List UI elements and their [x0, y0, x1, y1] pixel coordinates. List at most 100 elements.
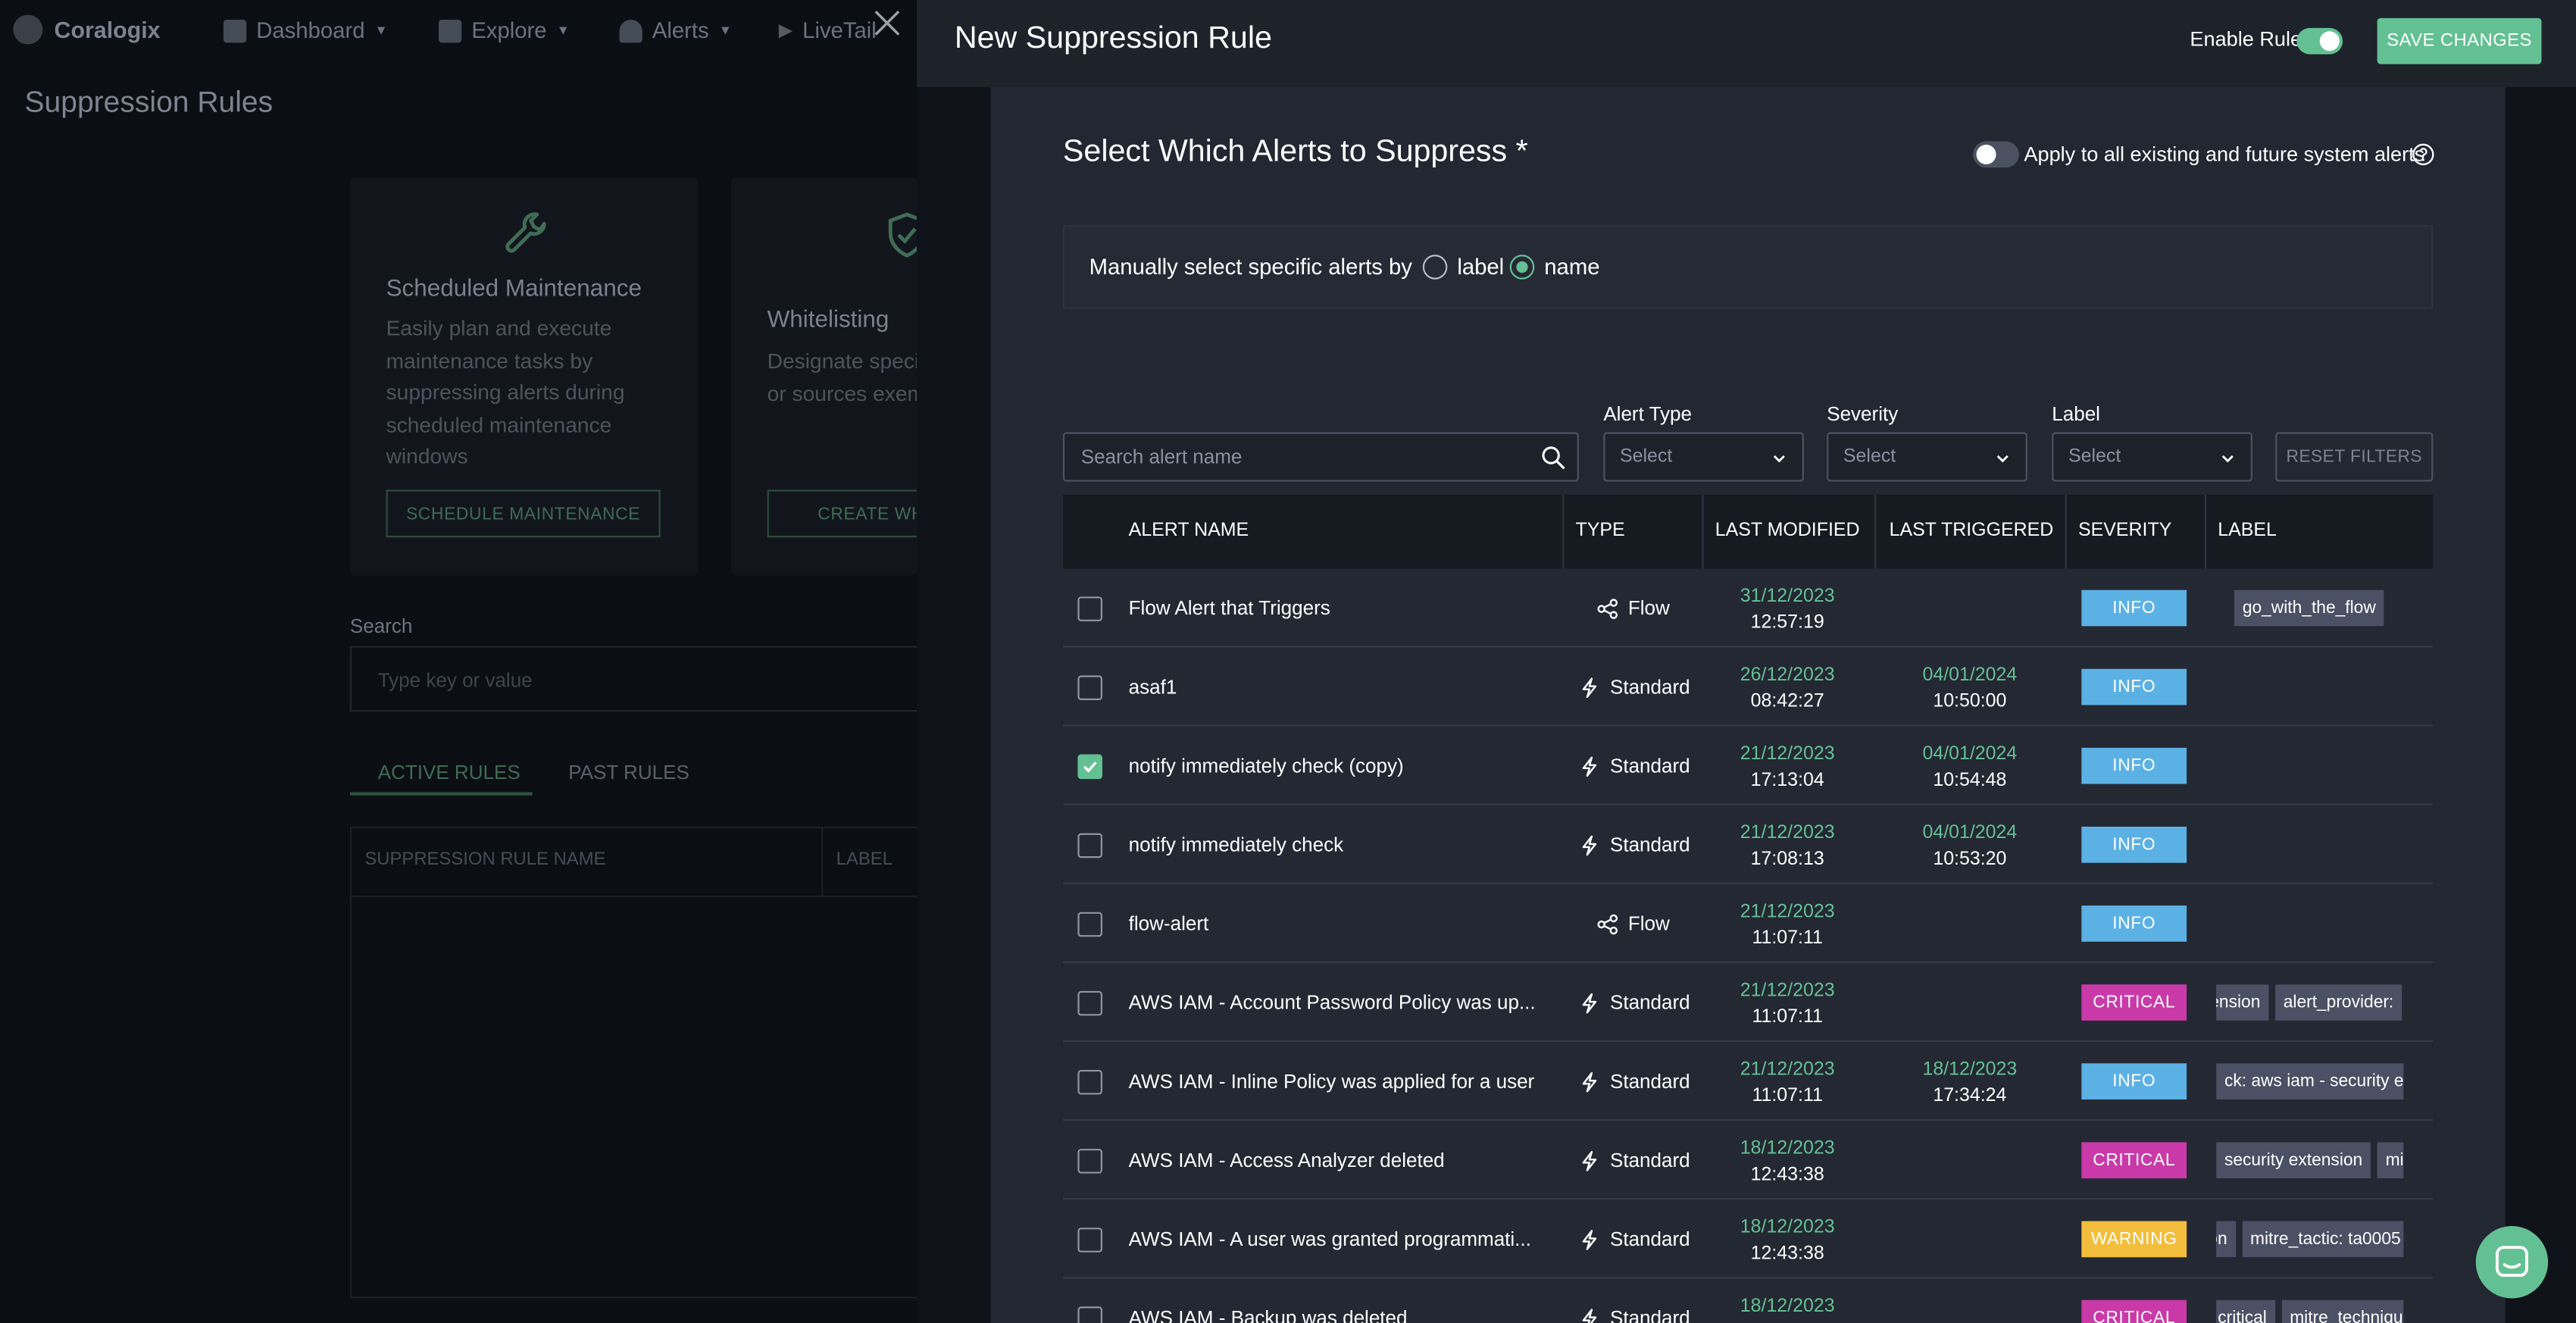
last-triggered-date: 04/01/2024 — [1922, 823, 2018, 843]
last-modified: 21/12/2023 11:07:11 — [1705, 1057, 1870, 1109]
card-scheduled-maintenance: Scheduled Maintenance Easily plan and ex… — [349, 177, 699, 576]
alert-name[interactable]: notify immediately check (copy) — [1129, 755, 1404, 777]
last-modified: 21/12/2023 17:13:04 — [1705, 741, 1870, 793]
last-modified-time: 11:07:11 — [1752, 1007, 1823, 1027]
alert-type-text: Standard — [1609, 675, 1690, 699]
close-icon[interactable] — [871, 7, 903, 39]
labels-cell: critical mitre_techniqu — [2216, 1300, 2404, 1323]
row-checkbox[interactable] — [1077, 675, 1102, 700]
alert-type: Standard — [1579, 834, 1690, 856]
row-checkbox[interactable] — [1077, 1306, 1102, 1323]
nav-alerts[interactable]: Alerts ▼ — [619, 18, 732, 42]
alert-name[interactable]: AWS IAM - A user was granted programmati… — [1129, 1228, 1531, 1250]
last-triggered-date: 04/01/2024 — [1922, 665, 2018, 686]
row-checkbox[interactable] — [1077, 1069, 1102, 1095]
nav-explore-label: Explore — [471, 17, 547, 43]
alert-search-input[interactable] — [1064, 433, 1541, 480]
row-checkbox[interactable] — [1077, 833, 1102, 859]
table-row[interactable]: AWS IAM - A user was granted programmati… — [1062, 1199, 2434, 1279]
row-checkbox[interactable] — [1077, 1149, 1102, 1174]
table-row[interactable]: notify immediately check (copy) Standard 2… — [1062, 726, 2434, 805]
table-row[interactable]: flow-alert Flow 21/12/2023 11:07:11 INFO — [1062, 884, 2434, 964]
save-changes-button[interactable]: SAVE CHANGES — [2377, 17, 2542, 64]
lightning-icon — [1582, 834, 1597, 855]
labels-cell — [2216, 827, 2403, 863]
search-icon[interactable] — [1541, 446, 1566, 471]
severity-select[interactable]: Select — [1827, 432, 2027, 482]
severity-label: Severity — [1827, 402, 1899, 426]
alert-type-text: Flow — [1627, 912, 1670, 936]
last-modified-date: 18/12/2023 — [1740, 1139, 1835, 1159]
radio-name[interactable] — [1509, 255, 1535, 280]
nav-livetail[interactable]: ▶ LiveTail — [779, 18, 877, 43]
tab-past-rules[interactable]: PAST RULES — [568, 761, 689, 783]
last-modified: 26/12/2023 08:42:27 — [1705, 662, 1870, 715]
col-severity[interactable]: SEVERITY — [2078, 521, 2171, 541]
last-modified: 18/12/2023 — [1705, 1293, 1870, 1320]
row-checkbox[interactable] — [1077, 596, 1102, 621]
chat-button[interactable] — [2475, 1226, 2549, 1299]
enable-rule-toggle[interactable] — [2296, 27, 2343, 55]
labels-cell: go_with_the_flow — [2216, 590, 2403, 627]
table-row[interactable]: AWS IAM - Access Analyzer deleted Standar… — [1062, 1121, 2434, 1200]
label-select[interactable]: Select — [2052, 432, 2252, 482]
alerts-table: ALERT NAME TYPE LAST MODIFIED LAST TRIGG… — [1062, 494, 2434, 1323]
apply-all-toggle[interactable] — [1973, 141, 2019, 168]
alert-name[interactable]: asaf1 — [1129, 675, 1177, 698]
last-modified: 18/12/2023 12:43:38 — [1705, 1136, 1870, 1188]
active-tab-underline — [349, 792, 533, 796]
nav-explore[interactable]: Explore ▼ — [438, 17, 570, 43]
shield-check-icon — [888, 212, 917, 258]
row-checkbox[interactable] — [1077, 1228, 1102, 1253]
table-row[interactable]: AWS IAM - Inline Policy was applied for … — [1062, 1042, 2434, 1121]
lightning-icon — [1582, 1229, 1597, 1250]
severity-badge: CRITICAL — [2081, 1300, 2187, 1323]
alert-type-value: Select — [1620, 446, 1673, 467]
nav-dashboard[interactable]: Dashboard ▼ — [223, 18, 388, 42]
alert-type: Standard — [1579, 1070, 1690, 1093]
reset-filters-button[interactable]: RESET FILTERS — [2275, 432, 2434, 482]
table-row[interactable]: Flow Alert that Triggers Flow 31/12/2023 12… — [1062, 568, 2434, 648]
radio-label[interactable] — [1422, 255, 1448, 280]
col-last-modified[interactable]: LAST MODIFIED — [1715, 521, 1860, 541]
caret-down-icon: ▼ — [374, 23, 388, 38]
alert-type-label: Alert Type — [1603, 402, 1693, 426]
col-last-triggered[interactable]: LAST TRIGGERED — [1890, 521, 2054, 541]
alert-name[interactable]: Flow Alert that Triggers — [1129, 596, 1330, 619]
row-checkbox[interactable] — [1077, 990, 1102, 1016]
last-triggered-date: 04/01/2024 — [1922, 744, 2018, 765]
table-row[interactable]: asaf1 Standard 26/12/2023 08:42:27 04/01/202… — [1062, 647, 2434, 727]
alert-name[interactable]: AWS IAM - Access Analyzer deleted — [1129, 1149, 1445, 1171]
table-row[interactable]: AWS IAM - Account Password Policy was up… — [1062, 963, 2434, 1043]
last-modified-time: 12:43:38 — [1750, 1165, 1824, 1185]
tab-active-rules[interactable]: ACTIVE RULES — [378, 761, 521, 783]
severity-badge: CRITICAL — [2081, 984, 2187, 1021]
last-modified-date: 21/12/2023 — [1740, 981, 1835, 1001]
alert-type-text: Standard — [1609, 754, 1690, 777]
row-checkbox[interactable] — [1077, 754, 1102, 780]
radio-label-text: label — [1457, 255, 1505, 280]
col-label[interactable]: LABEL — [2218, 521, 2277, 541]
alert-name[interactable]: notify immediately check — [1129, 834, 1343, 856]
schedule-maintenance-button[interactable]: SCHEDULE MAINTENANCE — [386, 489, 661, 538]
col-alert-name[interactable]: ALERT NAME — [1129, 521, 1249, 541]
col-type[interactable]: TYPE — [1575, 521, 1624, 541]
alert-type-select[interactable]: Select — [1603, 432, 1804, 482]
row-checkbox[interactable] — [1077, 912, 1102, 937]
alert-name[interactable]: flow-alert — [1129, 912, 1209, 935]
help-icon[interactable] — [2412, 143, 2434, 166]
alert-type: Standard — [1579, 1306, 1690, 1323]
severity-badge: INFO — [2081, 826, 2187, 863]
create-whitelist-button[interactable]: CREATE WHITELIST — [767, 489, 917, 538]
rules-search-input[interactable]: Type key or value — [349, 646, 921, 712]
labels-cell: onmitre_tactic: ta0005 — [2216, 1221, 2404, 1258]
table-row[interactable]: notify immediately check Standard 21/12/20… — [1062, 805, 2434, 884]
app-root: Coralogix Dashboard ▼ Explore ▼ Alerts ▼… — [0, 0, 2576, 1323]
labels-cell: ck: aws iam - security ex — [2216, 1063, 2404, 1100]
last-modified-date: 26/12/2023 — [1740, 665, 1835, 686]
alert-name[interactable]: AWS IAM - Backup was deleted — [1129, 1306, 1408, 1323]
alert-name[interactable]: AWS IAM - Inline Policy was applied for … — [1129, 1070, 1535, 1093]
alert-name[interactable]: AWS IAM - Account Password Policy was up… — [1129, 991, 1536, 1014]
rules-table: SUPPRESSION RULE NAME LABEL — [349, 826, 921, 1299]
table-row[interactable]: AWS IAM - Backup was deleted Standard 18/1… — [1062, 1278, 2434, 1323]
